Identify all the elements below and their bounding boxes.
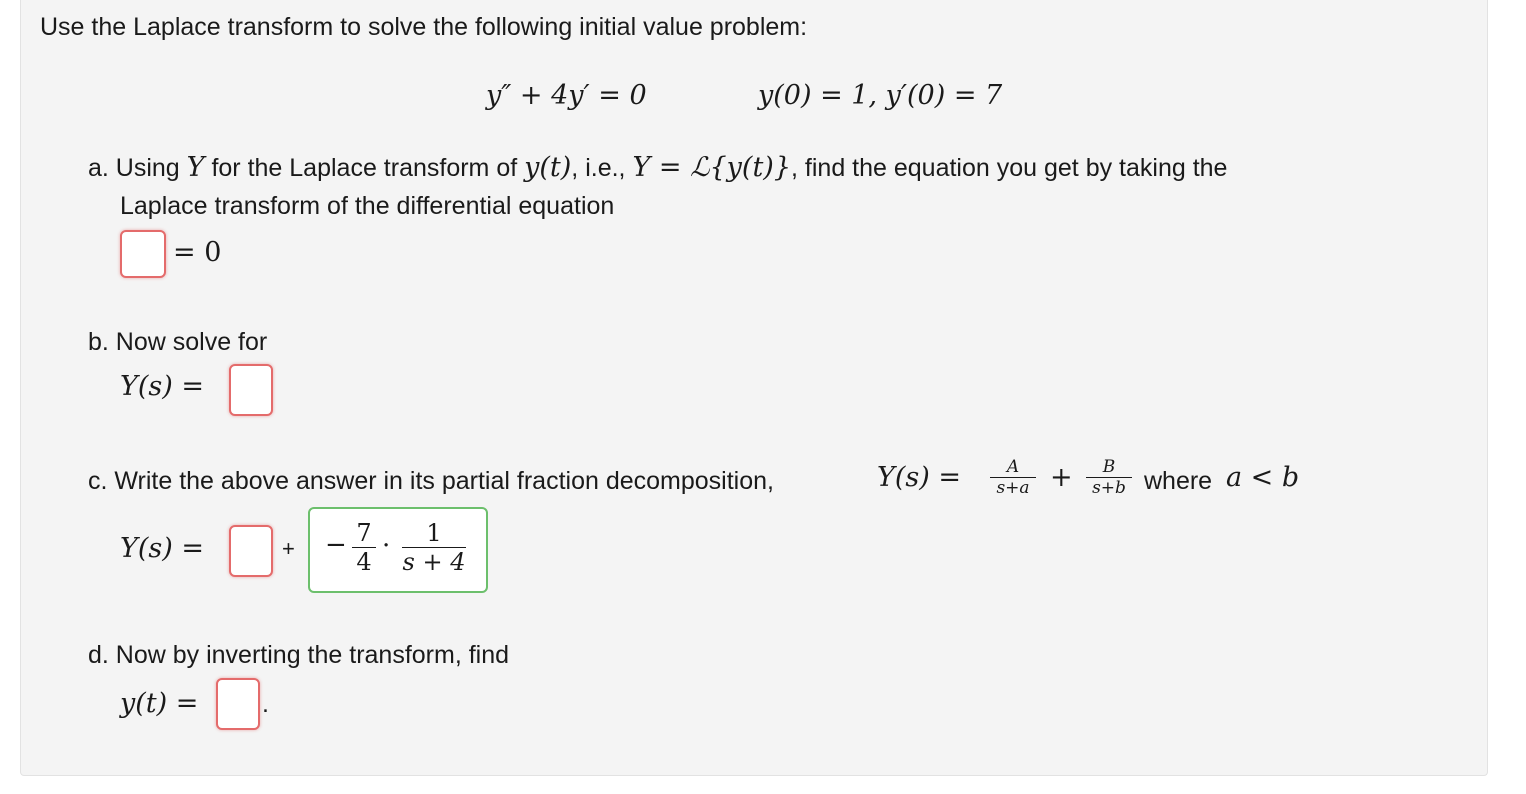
question-intro: Use the Laplace transform to solve the f… xyxy=(40,13,808,41)
fraction-A-numerator: A xyxy=(1006,457,1020,477)
part-c-lhs-inline: Y(s) = xyxy=(877,462,961,493)
ode-equation: y″ + 4y′ = 0 xyxy=(486,80,647,111)
part-a-suffix: , find the equation you get by taking th… xyxy=(791,154,1228,182)
part-a-definition: Y = ℒ{y(t)} xyxy=(632,152,792,183)
part-c-condition: a < b xyxy=(1226,462,1300,493)
part-a-line2: Laplace transform of the differential eq… xyxy=(120,192,615,220)
answer-term-denominator: s + 4 xyxy=(402,548,466,576)
answer-dot: · xyxy=(382,531,391,561)
answer-coefficient-denominator: 4 xyxy=(356,548,372,576)
part-c-where: where xyxy=(1144,467,1213,495)
answer-term: 1 s + 4 xyxy=(402,519,466,576)
part-d-period: . xyxy=(262,690,269,718)
part-b-lhs: Y(s) = xyxy=(120,371,204,402)
part-a-mid: for the Laplace transform of xyxy=(211,154,518,182)
answer-coefficient: 7 4 xyxy=(352,519,376,576)
part-d-answer-input[interactable] xyxy=(216,678,260,730)
part-a-prefix: a. Using xyxy=(88,154,180,182)
part-b-label: b. Now solve for xyxy=(88,328,268,356)
fraction-B: B s+b xyxy=(1086,457,1132,498)
answer-minus: − xyxy=(325,530,347,560)
part-c-first-term-input[interactable] xyxy=(229,525,273,577)
part-b-answer-input[interactable] xyxy=(229,364,273,416)
part-a-rhs: = 0 xyxy=(173,237,222,268)
part-a-yt: y(t) xyxy=(524,152,572,183)
part-c-lhs: Y(s) = xyxy=(120,533,204,564)
fraction-A-denominator: s+a xyxy=(996,478,1030,498)
initial-conditions: y(0) = 1, y′(0) = 7 xyxy=(758,80,1003,111)
part-c-plus-sign: + xyxy=(282,536,295,561)
part-d-lhs: y(t) = xyxy=(120,688,199,719)
fraction-A: A s+a xyxy=(990,457,1036,498)
part-a-answer-input[interactable] xyxy=(120,230,166,278)
part-c-plus-inline: + xyxy=(1050,462,1073,493)
part-a-Y: Y xyxy=(186,152,205,183)
answer-coefficient-numerator: 7 xyxy=(356,519,372,547)
fraction-B-numerator: B xyxy=(1102,457,1116,477)
answer-term-numerator: 1 xyxy=(426,519,442,547)
part-c-label: c. Write the above answer in its partial… xyxy=(88,467,774,495)
part-a-line1: a. Using Y for the Laplace transform of … xyxy=(88,152,1227,183)
part-d-label: d. Now by inverting the transform, find xyxy=(88,641,510,669)
fraction-B-denominator: s+b xyxy=(1092,478,1126,498)
part-a-ie: , i.e., xyxy=(571,154,626,182)
